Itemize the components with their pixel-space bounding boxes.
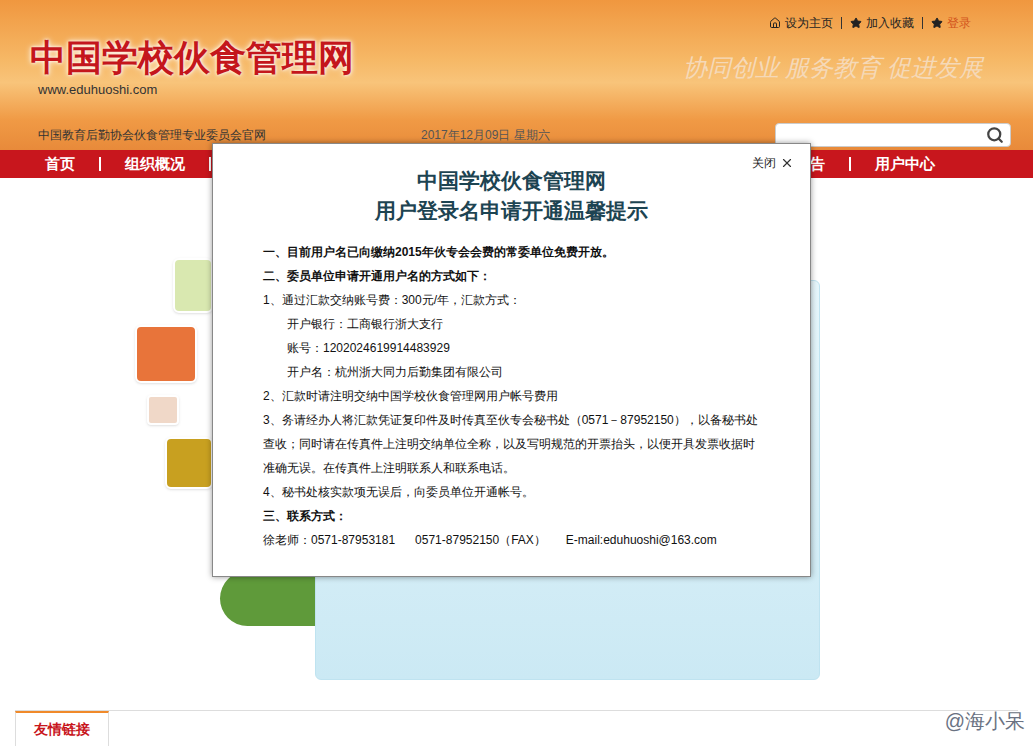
top-link[interactable]: 设为主页 <box>785 14 833 32</box>
home-icon <box>769 17 781 29</box>
star-icon <box>931 17 943 29</box>
notice-line: 开户银行：工商银行浙大支行 <box>263 312 760 336</box>
food-photo <box>165 437 213 489</box>
dialog-body: 一、目前用户名已向缴纳2015年伙专会会费的常委单位免费开放。二、委员单位申请开… <box>263 240 760 552</box>
notice-line: 2、汇款时请注明交纳中国学校伙食管理网用户帐号费用 <box>263 384 760 408</box>
slogan: 协同创业 服务教育 促进发展 <box>683 36 983 86</box>
notice-line: 3、务请经办人将汇款凭证复印件及时传真至伙专会秘书处（0571－87952150… <box>263 408 760 480</box>
star-icon <box>850 17 862 29</box>
notice-line: 开户名：杭州浙大同力后勤集团有限公司 <box>263 360 760 384</box>
nav-separator <box>849 157 851 171</box>
site-url: www.eduhuoshi.com <box>30 80 354 100</box>
nav-separator <box>209 157 211 171</box>
notice-line: 4、秘书处核实款项无误后，向委员单位开通帐号。 <box>263 480 760 504</box>
dialog-title: 中国学校伙食管理网用户登录名申请开通温馨提示 <box>263 166 760 226</box>
footer-tab[interactable]: 友情链接 <box>15 711 109 746</box>
page: 设为主页 加入收藏 登录中国学校伙食管理网www.eduhuoshi.com 协同创业… <box>0 0 1033 748</box>
nav-item[interactable]: 首页 <box>45 153 75 176</box>
subtitle: 中国教育后勤协会伙食管理专业委员会官网 <box>38 126 266 144</box>
header: 设为主页 加入收藏 登录中国学校伙食管理网www.eduhuoshi.com 协同创业… <box>0 0 1033 150</box>
date: 2017年12月09日 星期六 <box>421 126 550 144</box>
top-links: 设为主页 加入收藏 登录 <box>0 0 1033 32</box>
link-separator <box>922 17 923 29</box>
link-separator <box>841 17 842 29</box>
food-photo <box>173 258 213 313</box>
watermark: @海小呆 <box>945 706 1025 736</box>
notice-line: 1、通过汇款交纳账号费：300元/年，汇款方式： <box>263 288 760 312</box>
site-logo[interactable]: 中国学校伙食管理网 <box>30 36 354 80</box>
top-link[interactable]: 登录 <box>947 14 971 32</box>
notice-dialog: 关闭中国学校伙食管理网用户登录名申请开通温馨提示一、目前用户名已向缴纳2015年… <box>212 143 811 577</box>
contact-line: 徐老师：0571-879531810571-87952150（FAX）E-mai… <box>263 528 760 552</box>
close-button[interactable]: 关闭 <box>752 154 794 172</box>
search-icon[interactable] <box>986 126 1004 144</box>
food-photo <box>135 325 197 383</box>
notice-heading: 一、目前用户名已向缴纳2015年伙专会会费的常委单位免费开放。 <box>263 240 760 264</box>
nav-item[interactable]: 用户中心 <box>875 153 935 176</box>
notice-heading: 三、联系方式： <box>263 504 760 528</box>
close-icon[interactable] <box>780 156 794 170</box>
notice-line: 账号：1202024619914483929 <box>263 336 760 360</box>
nav-separator <box>99 157 101 171</box>
footer: 友情链接 <box>15 710 1018 746</box>
top-link[interactable]: 加入收藏 <box>866 14 914 32</box>
food-photo <box>147 395 179 425</box>
notice-heading: 二、委员单位申请开通用户名的方式如下： <box>263 264 760 288</box>
nav-item[interactable]: 组织概况 <box>125 153 185 176</box>
